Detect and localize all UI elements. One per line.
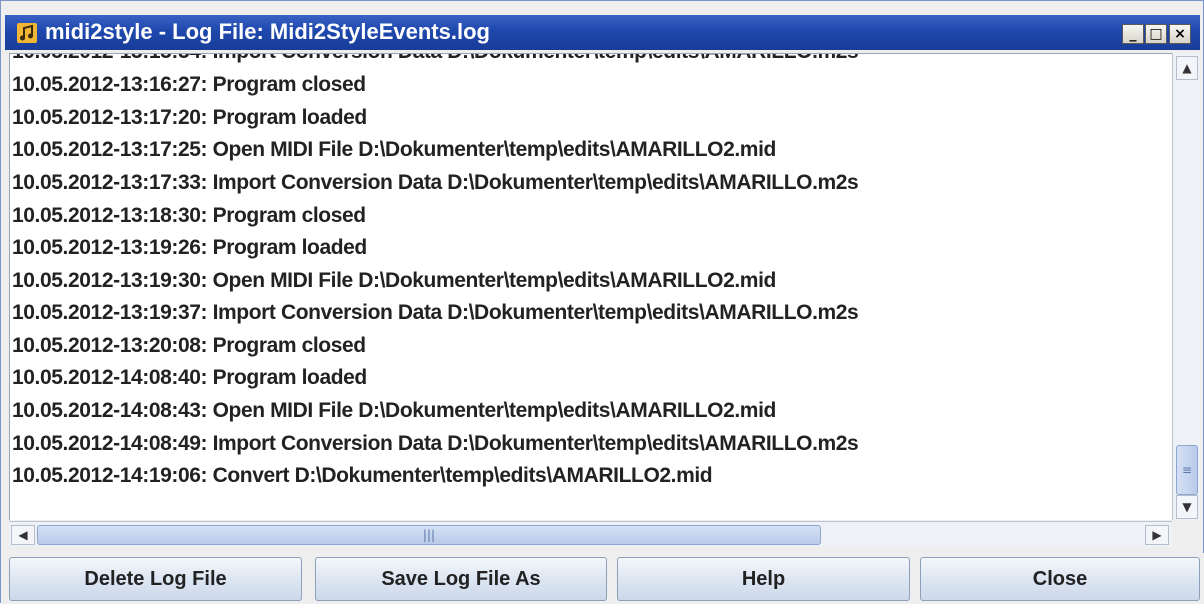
help-button[interactable]: Help	[617, 557, 910, 601]
log-line: 10.05.2012-13:18:30: Program closed	[12, 204, 366, 227]
save-log-file-as-button[interactable]: Save Log File As	[315, 557, 607, 601]
music-note-icon	[17, 23, 37, 43]
scroll-right-button[interactable]: ▶	[1145, 525, 1169, 545]
scroll-down-button[interactable]: ▼	[1176, 495, 1198, 519]
close-button[interactable]: Close	[920, 557, 1200, 601]
log-line: 10.05.2012-14:08:40: Program loaded	[12, 366, 367, 389]
scroll-left-button[interactable]: ◀	[11, 525, 35, 545]
arrow-up-icon: ▲	[1182, 61, 1192, 75]
button-bar: Delete Log File Save Log File As Help Cl…	[1, 553, 1204, 604]
minimize-icon: _	[1129, 26, 1137, 42]
delete-log-file-button[interactable]: Delete Log File	[9, 557, 302, 601]
log-line: 10.05.2012-14:08:43: Open MIDI File D:\D…	[12, 399, 776, 422]
log-line: 10.05.2012-13:17:20: Program loaded	[12, 106, 367, 129]
scroll-up-button[interactable]: ▲	[1176, 56, 1198, 80]
log-line: 10.05.2012-13:19:30: Open MIDI File D:\D…	[12, 269, 776, 292]
log-line: 10.05.2012-13:20:08: Program closed	[12, 334, 366, 357]
log-window: midi2style - Log File: Midi2StyleEvents.…	[0, 0, 1204, 604]
horizontal-scrollbar[interactable]: ◀ ||| ▶	[9, 521, 1172, 547]
log-line: 10.05.2012-13:17:25: Open MIDI File D:\D…	[12, 138, 776, 161]
grip-icon: ≡	[1181, 463, 1193, 477]
arrow-down-icon: ▼	[1182, 500, 1192, 514]
log-text-area[interactable]: 10.05.2012-13:15:54: Import Conversion D…	[9, 53, 1172, 520]
maximize-icon: □	[1149, 26, 1163, 42]
arrow-left-icon: ◀	[18, 528, 28, 542]
log-line-partial: 10.05.2012-13:15:54: Import Conversion D…	[12, 54, 859, 68]
title-bar[interactable]: midi2style - Log File: Midi2StyleEvents.…	[5, 15, 1200, 50]
close-icon: ×	[1174, 26, 1186, 42]
grip-icon: |||	[422, 528, 436, 542]
log-line: 10.05.2012-13:19:26: Program loaded	[12, 236, 367, 259]
close-window-button[interactable]: ×	[1169, 24, 1191, 44]
log-line: 10.05.2012-13:16:27: Program closed	[12, 73, 366, 96]
window-title: midi2style - Log File: Midi2StyleEvents.…	[45, 19, 490, 44]
vertical-scrollbar[interactable]: ▲ ≡ ▼	[1172, 53, 1200, 520]
vertical-scroll-thumb[interactable]: ≡	[1176, 445, 1198, 495]
log-line: 10.05.2012-14:08:49: Import Conversion D…	[12, 432, 859, 455]
log-line: 10.05.2012-14:19:06: Convert D:\Dokument…	[12, 464, 713, 487]
log-line: 10.05.2012-13:19:37: Import Conversion D…	[12, 301, 859, 324]
maximize-button[interactable]: □	[1145, 24, 1167, 44]
arrow-right-icon: ▶	[1152, 528, 1162, 542]
minimize-button[interactable]: _	[1122, 24, 1144, 44]
log-line: 10.05.2012-13:17:33: Import Conversion D…	[12, 171, 859, 194]
horizontal-scroll-thumb[interactable]: |||	[37, 525, 821, 545]
